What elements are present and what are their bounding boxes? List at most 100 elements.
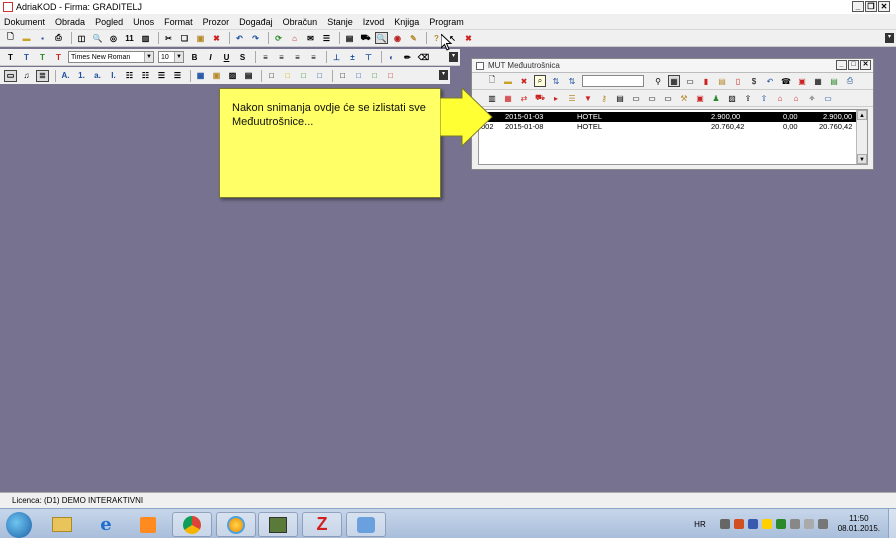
play-icon[interactable]: ▸ bbox=[550, 92, 562, 104]
tray-update-icon[interactable] bbox=[775, 519, 786, 529]
cut-icon[interactable]: ✂ bbox=[162, 32, 175, 44]
valign-top-icon[interactable]: ⊤ bbox=[362, 51, 375, 63]
open-folder-icon[interactable]: ▬ bbox=[20, 32, 33, 44]
style-icon[interactable]: ♫ bbox=[20, 70, 33, 82]
delete-record-icon[interactable]: ✖ bbox=[518, 75, 530, 87]
find-icon[interactable]: ◎ bbox=[107, 32, 120, 44]
menu-dokument[interactable]: Dokument bbox=[0, 17, 50, 27]
grid-view-icon[interactable]: ▦ bbox=[668, 75, 680, 87]
brush-icon[interactable]: ✎ bbox=[407, 32, 420, 44]
binoculars-icon[interactable]: ⚲ bbox=[652, 75, 664, 87]
menu-obrada[interactable]: Obrada bbox=[50, 17, 90, 27]
paste-icon[interactable]: ▣ bbox=[194, 32, 207, 44]
sync-taskbar-icon[interactable] bbox=[346, 512, 386, 537]
text-style-button[interactable]: T bbox=[20, 51, 33, 63]
close-button[interactable]: ✕ bbox=[878, 1, 890, 12]
tray-app-icon[interactable] bbox=[719, 519, 730, 529]
stack-icon[interactable]: ☰ bbox=[566, 92, 578, 104]
table-row[interactable]: 1 2015-01-03 HOTEL 2.900,00 0,00 2.900,0… bbox=[479, 112, 857, 122]
scroll-up-icon[interactable]: ▲ bbox=[857, 110, 867, 120]
border-blue-icon[interactable]: □ bbox=[352, 70, 365, 82]
sort-asc-icon[interactable]: ⇅ bbox=[550, 75, 562, 87]
filter-icon[interactable]: ⌕ bbox=[534, 75, 546, 87]
chart-icon[interactable]: ▮ bbox=[700, 75, 712, 87]
mut-search-input[interactable] bbox=[582, 75, 644, 87]
font-name-select[interactable]: Times New Roman ▼ bbox=[68, 51, 154, 63]
tray-flag-icon[interactable] bbox=[733, 519, 744, 529]
list-icon[interactable]: ☰ bbox=[320, 32, 333, 44]
search-active-icon[interactable]: 🔍 bbox=[375, 32, 388, 44]
menu-dogadaj[interactable]: Događaj bbox=[234, 17, 278, 27]
border-green-icon[interactable]: □ bbox=[368, 70, 381, 82]
mut-maximize-button[interactable]: □ bbox=[848, 60, 859, 70]
bullet-list-icon[interactable]: ☰ bbox=[155, 70, 168, 82]
window-icon[interactable]: ▤ bbox=[343, 32, 356, 44]
justify-icon[interactable]: ≡ bbox=[307, 51, 320, 63]
border-black-icon[interactable]: □ bbox=[336, 70, 349, 82]
app-sun-taskbar-icon[interactable] bbox=[216, 512, 256, 537]
calendar-icon[interactable]: ▦ bbox=[812, 75, 824, 87]
toolbar-overflow-icon[interactable]: ▾ bbox=[885, 33, 894, 43]
text-style-button[interactable]: T bbox=[36, 51, 49, 63]
media-player-taskbar-icon[interactable] bbox=[128, 512, 168, 537]
new-record-icon[interactable]: 🗋 bbox=[486, 75, 498, 87]
frame-icon[interactable]: ▭ bbox=[4, 69, 17, 82]
menu-unos[interactable]: Unos bbox=[128, 17, 159, 27]
strike-button[interactable]: S bbox=[236, 51, 249, 63]
table-icon[interactable]: ▦ bbox=[502, 92, 514, 104]
tray-display-icon[interactable] bbox=[817, 519, 828, 529]
print-icon[interactable]: ⎙ bbox=[52, 32, 65, 44]
network-taskbar-icon[interactable] bbox=[258, 512, 298, 537]
outline-list-icon[interactable]: ☰ bbox=[171, 70, 184, 82]
border-red-icon[interactable]: □ bbox=[384, 70, 397, 82]
adriakod-taskbar-icon[interactable]: Z bbox=[302, 512, 342, 537]
bold-button[interactable]: B bbox=[188, 51, 201, 63]
help-ring-icon[interactable]: ◉ bbox=[391, 32, 404, 44]
box-blue-icon[interactable]: □ bbox=[313, 70, 326, 82]
heading-a-icon[interactable]: A. bbox=[59, 70, 72, 82]
mail-icon[interactable]: ✉ bbox=[304, 32, 317, 44]
eraser-icon[interactable]: ⌫ bbox=[417, 51, 430, 63]
tray-security-icon[interactable] bbox=[761, 519, 772, 529]
transfer-icon[interactable]: ⇄ bbox=[518, 92, 530, 104]
show-desktop-button[interactable] bbox=[888, 509, 896, 538]
vertical-scrollbar[interactable]: ▲ ▼ bbox=[856, 110, 867, 164]
doc-c-icon[interactable]: ▭ bbox=[662, 92, 674, 104]
align-center-icon[interactable]: ≡ bbox=[275, 51, 288, 63]
toolbar-overflow-icon[interactable]: ▾ bbox=[439, 70, 448, 80]
preview-icon[interactable]: ◫ bbox=[75, 32, 88, 44]
open-record-icon[interactable]: ▬ bbox=[502, 75, 514, 87]
menu-prozor[interactable]: Prozor bbox=[198, 17, 235, 27]
stats-icon[interactable]: ▯ bbox=[732, 75, 744, 87]
save-icon[interactable]: ▪ bbox=[36, 32, 49, 44]
insert-table-icon[interactable]: ▦ bbox=[194, 70, 207, 82]
redo-icon[interactable]: ↷ bbox=[249, 32, 262, 44]
box-green-icon[interactable]: □ bbox=[297, 70, 310, 82]
users-icon[interactable]: ♟ bbox=[710, 92, 722, 104]
clock[interactable]: 11:50 08.01.2015. bbox=[838, 514, 880, 534]
box-yellow-icon[interactable]: □ bbox=[281, 70, 294, 82]
valign-bottom-icon[interactable]: ⊥ bbox=[330, 51, 343, 63]
insert-note-icon[interactable]: ▣ bbox=[210, 70, 223, 82]
refresh-icon[interactable]: ⟳ bbox=[272, 32, 285, 44]
mut-list-grid[interactable]: 1 2015-01-03 HOTEL 2.900,00 0,00 2.900,0… bbox=[478, 109, 868, 165]
undo-record-icon[interactable]: ↶ bbox=[764, 75, 776, 87]
card-view-icon[interactable]: ▭ bbox=[684, 75, 696, 87]
doc-b-icon[interactable]: ▭ bbox=[646, 92, 658, 104]
numbered-1-icon[interactable]: 1. bbox=[75, 70, 88, 82]
copy-icon[interactable]: ❏ bbox=[178, 32, 191, 44]
gift-icon[interactable]: ▣ bbox=[694, 92, 706, 104]
mut-window-titlebar[interactable]: MUT Međuutrošnica _ □ ✕ bbox=[472, 59, 873, 73]
card-icon[interactable]: ▭ bbox=[822, 92, 834, 104]
restore-button[interactable]: ❐ bbox=[865, 1, 877, 12]
text-style-button[interactable]: T bbox=[4, 51, 17, 63]
scroll-down-icon[interactable]: ▼ bbox=[857, 154, 867, 164]
zoom-icon[interactable]: 🔍 bbox=[91, 32, 104, 44]
language-indicator[interactable]: HR bbox=[694, 520, 706, 529]
numbered-list-icon[interactable]: ☷ bbox=[123, 70, 136, 82]
menu-obracun[interactable]: Obračun bbox=[278, 17, 323, 27]
home-red-icon[interactable]: ⌂ bbox=[790, 92, 802, 104]
mut-minimize-button[interactable]: _ bbox=[836, 60, 847, 70]
toolbar-overflow-icon[interactable]: ▾ bbox=[449, 52, 458, 62]
align-left-icon[interactable]: ≡ bbox=[259, 51, 272, 63]
